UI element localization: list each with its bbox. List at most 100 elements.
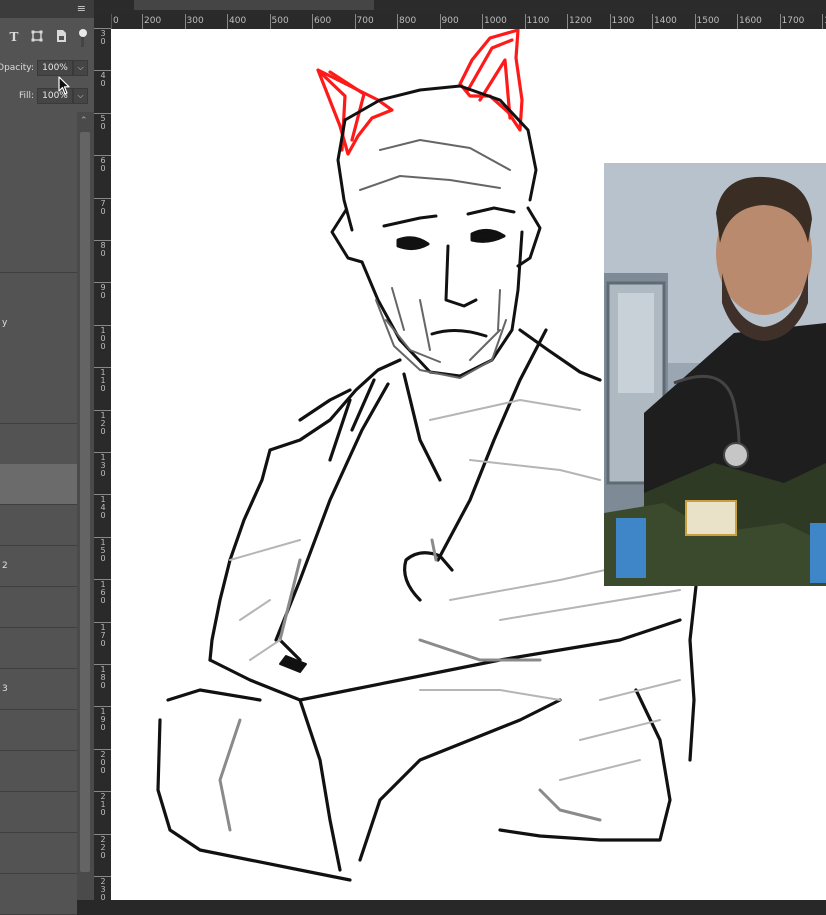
layer-row[interactable] — [0, 587, 77, 628]
layer-row[interactable] — [0, 343, 77, 384]
ruler-tick — [694, 14, 696, 29]
ruler-label: 0 — [113, 16, 119, 26]
layer-row[interactable] — [0, 792, 77, 833]
opacity-input[interactable]: 100% — [37, 60, 73, 76]
ruler-label: 190 — [100, 707, 106, 733]
ruler-label: 1600 — [739, 16, 762, 26]
layer-name: 2 — [2, 561, 8, 571]
fill-row: Fill: 100% ⌵ — [0, 86, 94, 106]
type-layer-filter-icon[interactable]: T — [6, 29, 22, 45]
reference-photo-image — [604, 163, 826, 586]
ruler-label: 600 — [314, 16, 332, 26]
ruler-label: 30 — [100, 29, 106, 46]
ruler-label: 50 — [100, 113, 106, 131]
ruler-label: 120 — [100, 410, 106, 436]
ruler-tick — [227, 14, 228, 29]
filter-toggle-icon[interactable] — [78, 29, 88, 47]
layer-row[interactable] — [0, 152, 77, 193]
ruler-tick — [609, 14, 611, 29]
layer-row[interactable] — [0, 751, 77, 792]
ruler-tick — [439, 14, 441, 29]
ruler-tick — [482, 14, 483, 29]
ruler-label: 150 — [100, 537, 106, 563]
layer-row[interactable] — [0, 383, 77, 424]
ruler-label: 70 — [100, 198, 106, 216]
layer-row[interactable] — [0, 833, 77, 874]
ruler-label: 170 — [100, 622, 106, 648]
reference-photo[interactable] — [604, 163, 826, 586]
ruler-label: 300 — [186, 16, 204, 26]
scroll-thumb[interactable] — [80, 132, 90, 872]
layer-row[interactable] — [0, 505, 77, 546]
opacity-row: Opacity: 100% ⌵ — [0, 58, 94, 78]
panel-topbar: ≡ — [0, 0, 94, 18]
ruler-tick — [567, 14, 568, 29]
layer-row[interactable] — [0, 874, 77, 915]
fill-dropdown[interactable]: ⌵ — [73, 88, 88, 104]
ruler-label: 220 — [100, 834, 106, 860]
layer-row[interactable] — [0, 232, 77, 273]
layers-panel: ≡ T Opacity: 100% ⌵ Fill: 100% ⌵ y 2 3 ⌃ — [0, 0, 94, 915]
ruler-tick — [652, 14, 653, 29]
ruler-label: 200 — [100, 749, 106, 775]
ruler-label: 90 — [100, 283, 106, 301]
layer-name: y — [2, 318, 8, 328]
layer-row[interactable] — [0, 192, 77, 233]
ruler-label: 230 — [100, 877, 106, 901]
ruler-label: 1500 — [696, 16, 720, 26]
ruler-tick — [354, 14, 356, 29]
document-tab[interactable] — [134, 0, 374, 10]
ruler-label: 800 — [399, 16, 417, 26]
document-tab-bar — [94, 0, 826, 14]
ruler-label: 1200 — [569, 16, 592, 26]
layer-row[interactable]: 3 — [0, 669, 77, 710]
layer-row-selected[interactable] — [0, 464, 77, 505]
mouse-cursor-icon — [58, 76, 70, 95]
ruler-label: 100 — [100, 325, 106, 351]
ruler-tick — [737, 14, 738, 29]
ruler-label: 160 — [100, 580, 106, 606]
layer-row[interactable]: 2 — [0, 546, 77, 587]
ruler-label: 40 — [100, 71, 106, 89]
ruler-label: 1700 — [781, 16, 805, 26]
ruler-label: 80 — [100, 241, 106, 258]
layer-list: y 2 3 — [0, 112, 77, 915]
fill-label: Fill: — [18, 91, 34, 101]
ruler-label: 140 — [100, 495, 106, 521]
layer-row[interactable] — [0, 628, 77, 669]
layer-filter-row: T — [0, 26, 94, 52]
ruler-tick — [269, 14, 271, 29]
ruler-tick — [397, 14, 398, 29]
ruler-label: 500 — [271, 16, 289, 26]
ruler-tick — [822, 14, 823, 29]
ruler-tick — [312, 14, 313, 29]
ruler-label: 1300 — [611, 16, 635, 26]
ruler-label: 60 — [100, 156, 106, 174]
ruler-tick — [779, 14, 781, 29]
layers-scrollbar[interactable]: ⌃ — [77, 112, 94, 900]
ruler-tick — [524, 14, 526, 29]
opacity-dropdown[interactable]: ⌵ — [73, 60, 88, 76]
opacity-label: Opacity: — [0, 63, 34, 73]
layer-row[interactable]: y — [0, 303, 77, 344]
layer-row[interactable] — [0, 710, 77, 751]
smart-object-filter-icon[interactable] — [53, 29, 69, 45]
vertical-ruler: 30 40 50 60 70 80 90 100 110 120 130 140 150 160 170 18… — [94, 14, 112, 900]
ruler-label: 900 — [441, 16, 459, 26]
panel-menu-icon[interactable]: ≡ — [77, 3, 86, 15]
horizontal-ruler: 0 200 300 400 500 600 700 800 900 1000 1100 1200 130… — [111, 14, 826, 30]
layer-name: 3 — [2, 684, 8, 694]
ruler-label: 1400 — [654, 16, 677, 26]
ruler-label: 110 — [100, 368, 106, 394]
ruler-label: 700 — [356, 16, 374, 26]
scroll-up-icon[interactable]: ⌃ — [80, 116, 88, 126]
ruler-tick — [142, 14, 143, 29]
ruler-label: 1000 — [484, 16, 507, 26]
ruler-tick — [184, 14, 186, 29]
shape-layer-filter-icon[interactable] — [29, 29, 45, 45]
ruler-label: 200 — [144, 16, 162, 26]
ruler-label: 180 — [100, 665, 106, 690]
ruler-label: 1100 — [526, 16, 550, 26]
ruler-label: 210 — [100, 792, 106, 818]
layer-row[interactable] — [0, 112, 77, 153]
